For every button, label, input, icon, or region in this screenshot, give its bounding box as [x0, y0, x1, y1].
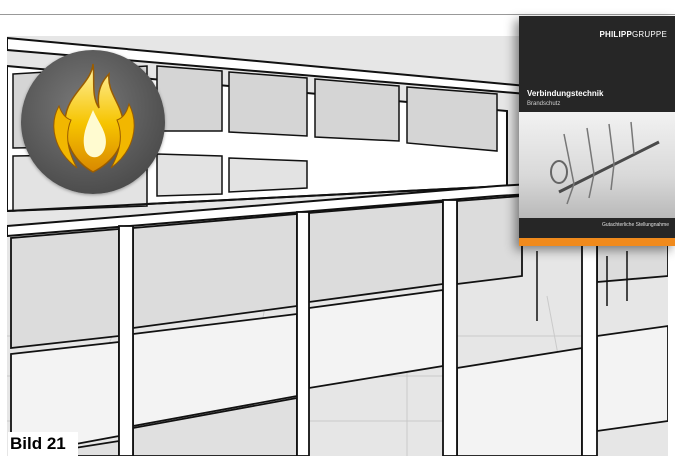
top-rule: [0, 0, 675, 15]
anchor-rail-illustration: [550, 121, 660, 205]
figure-caption: Bild 21: [8, 432, 78, 456]
fire-icon: [53, 63, 135, 173]
brochure-cover: PHILIPPGRUPPE Verbindungstechnik Brandsc…: [519, 16, 675, 246]
brochure-footer: Gutachterliche Stellungnahme: [602, 222, 669, 228]
brochure-subtitle: Brandschutz: [527, 101, 561, 107]
brochure-title: Verbindungstechnik: [527, 89, 604, 98]
brochure-brand: PHILIPPGRUPPE: [599, 30, 667, 39]
fire-badge: [21, 50, 165, 194]
brochure-photo: [519, 112, 675, 218]
brochure-accent-bar: [519, 238, 675, 246]
